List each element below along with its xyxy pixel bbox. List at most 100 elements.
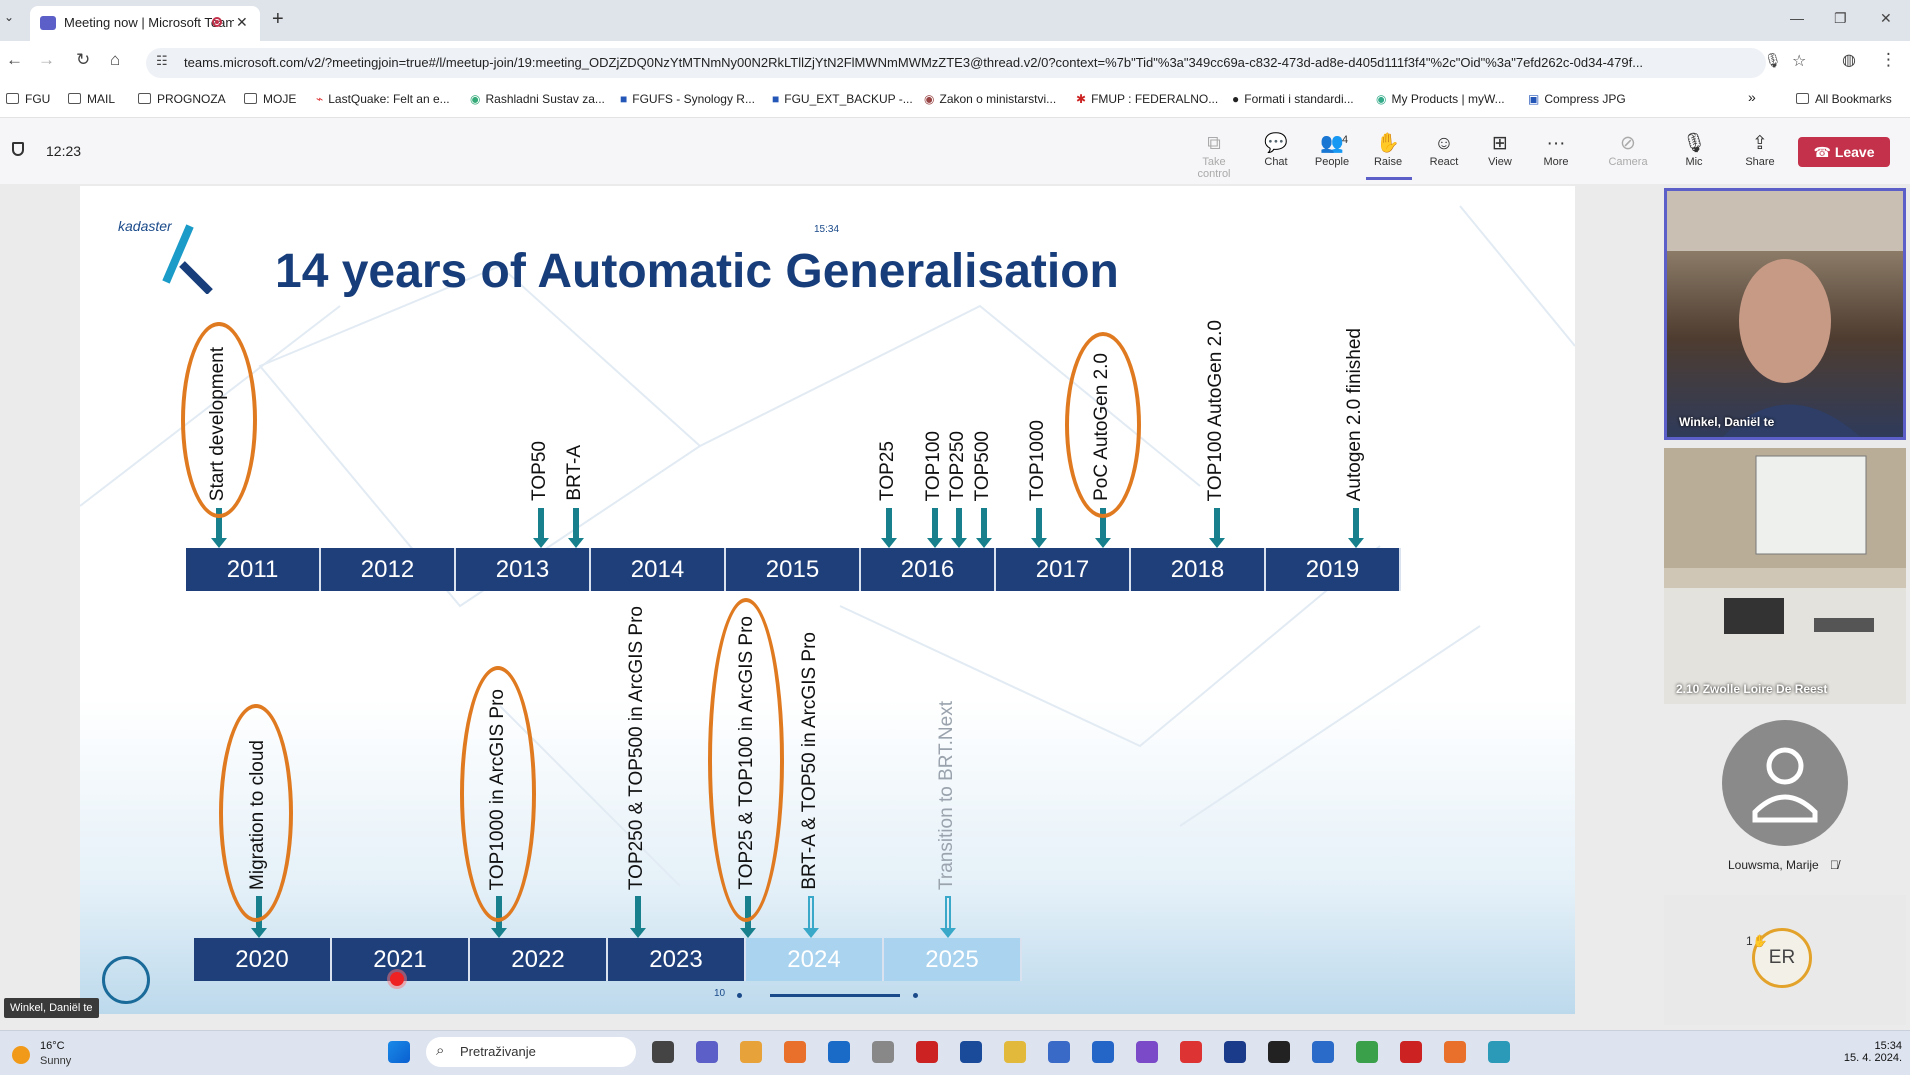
viber-icon[interactable] [1136,1041,1158,1063]
close-tab-icon[interactable]: ✕ [236,14,248,31]
toolbar-button-chat[interactable]: 💬 Chat [1248,132,1304,168]
qgis-icon[interactable] [1356,1041,1378,1063]
anydesk-icon[interactable] [1180,1041,1202,1063]
toolbar-button-people[interactable]: 👥 4 People [1304,132,1360,168]
folder-icon [138,93,151,104]
bookmark-folder[interactable]: FGU [6,92,50,106]
participant-video-tile[interactable]: 2.10 Zwolle Loire De Reest [1664,448,1906,704]
back-icon[interactable]: ← [6,50,23,70]
filezilla-icon[interactable] [1400,1041,1422,1063]
calendar-icon[interactable] [960,1041,982,1063]
windows-taskbar [0,1030,1910,1075]
milestone-label: TOP250 [947,430,968,501]
all-bookmarks[interactable]: All Bookmarks [1796,92,1892,106]
bookmark-link[interactable]: ▣ Compress JPG [1528,92,1626,106]
browser-tab[interactable]: Meeting now | Microsoft Teams ✕ [30,6,260,41]
milestone-label: BRT-A & TOP50 in ArcGIS Pro [799,632,820,890]
milestone-label: TOP500 [972,430,993,501]
bookmark-link[interactable]: ◉ My Products | myW... [1376,92,1505,106]
taskbar-search[interactable]: ⌕ Pretraživanje [426,1037,636,1067]
browser-menu-icon[interactable]: ⋮ [1880,50,1897,70]
more-bookmarks-icon[interactable]: » [1748,89,1756,105]
voice-search-icon[interactable]: 🎙 [1764,52,1782,69]
highlight-oval [708,598,784,922]
windows-start-icon[interactable] [388,1041,410,1063]
tab-search-chevron-icon[interactable]: ⌄ [4,10,14,24]
toolbar-button-view[interactable]: ⊞ View [1472,132,1528,168]
bookmark-link[interactable]: ◉ Rashladni Sustav za... [470,92,605,106]
browser-tab-bar: ⌄ Meeting now | Microsoft Teams ✕ + — ❐ … [0,0,1910,41]
toolbar-button-camera[interactable]: ⊘ Camera [1600,132,1656,168]
folder-icon[interactable] [1004,1041,1026,1063]
weather-condition: Sunny [40,1055,72,1067]
url-text[interactable]: teams.microsoft.com/v2/?meetingjoin=true… [184,55,1754,70]
toolbar-button-raise[interactable]: ✋ Raise [1360,132,1416,168]
teams-icon[interactable] [696,1041,718,1063]
minimize-icon[interactable]: — [1790,10,1804,26]
toolbar-button-more[interactable]: ··· More [1528,132,1584,168]
milestone-label: TOP100 AutoGen 2.0 [1205,319,1226,501]
bookmark-link[interactable]: ⌁ LastQuake: Felt an e... [316,92,450,106]
people-count: 4 [1342,134,1349,146]
presenter-name-chip: Winkel, Daniël te [4,998,99,1018]
file-explorer-icon[interactable] [652,1041,674,1063]
forward-icon[interactable]: → [38,50,55,70]
year-cell: 2016 [861,548,996,591]
taskbar-clock[interactable]: 15:34 15. 4. 2024. [1840,1040,1902,1064]
toolbar-button-label: View [1488,156,1512,168]
highlight-oval [1065,332,1141,518]
progress-dot [737,993,742,998]
snipping-tool-icon[interactable] [1488,1041,1510,1063]
bookmark-folder[interactable]: PROGNOZA [138,92,226,106]
profile-avatar-icon[interactable]: ◍ [1842,50,1856,70]
new-tab-button[interactable]: + [272,8,284,31]
bookmark-star-icon[interactable]: ☆ [1792,51,1806,71]
year-cell: 2011 [186,548,321,591]
reload-icon[interactable]: ↻ [76,50,90,70]
toolbar-button-share[interactable]: ⇪ Share [1732,132,1788,168]
search-icon: ⌕ [436,1042,445,1059]
mic-muted-icon: 🎙̸ [1830,858,1840,872]
timeline-arrow [927,508,943,548]
bookmark-link[interactable]: ■ FGUFS - Synology R... [620,92,755,106]
font-app-icon[interactable] [828,1041,850,1063]
teamviewer-icon[interactable] [1268,1041,1290,1063]
highlight-oval [219,704,293,922]
firefox-icon[interactable] [784,1041,806,1063]
network-app-icon[interactable] [1312,1041,1334,1063]
bookmark-link[interactable]: ■ FGU_EXT_BACKUP -... [772,92,913,106]
year-cell: 2018 [1131,548,1266,591]
participant-name: 2.10 Zwolle Loire De Reest [1676,682,1828,696]
bookmark-link[interactable]: ● Formati i standardi... [1232,92,1354,106]
raise-active-indicator [1366,177,1412,180]
restore-icon[interactable]: ❐ [1834,10,1847,27]
leave-button[interactable]: ☎ Leave [1798,137,1890,167]
slide-time-mark: 15:34 [814,224,840,235]
home-icon[interactable]: ⌂ [110,50,120,70]
toolbar-button-react[interactable]: ☺ React [1416,132,1472,168]
toolbar-button-take-control[interactable]: ⧉ Take control [1186,132,1242,180]
year-cell: 2020 [194,938,332,981]
outlook-icon[interactable] [1092,1041,1114,1063]
site-info-icon[interactable]: ☷ [156,53,168,69]
app-icon[interactable] [1048,1041,1070,1063]
bookmark-link[interactable]: ◉ Zakon o ministarstvi... [924,92,1056,106]
bookmark-link[interactable]: ✱ FMUP : FEDERALNO... [1076,92,1218,106]
acrobat-icon[interactable] [916,1041,938,1063]
participant-video-tile[interactable]: Winkel, Daniël te [1664,188,1906,440]
chrome-icon[interactable] [740,1041,762,1063]
slide-background-lines [80,205,1575,887]
year-cell: 2014 [591,548,726,591]
toolbar-button-label: Raise [1373,156,1403,168]
bookmark-folder[interactable]: MAIL [68,92,115,106]
quake-icon: ⌁ [316,92,324,106]
flag-app-icon[interactable] [1224,1041,1246,1063]
milestone-label: TOP25 [877,441,898,501]
document-icon[interactable] [872,1041,894,1063]
slide-nav-circle[interactable] [102,956,150,1004]
bookmark-folder[interactable]: MOJE [244,92,296,106]
participant-avatar[interactable] [1722,720,1848,846]
app-icon[interactable] [1444,1041,1466,1063]
close-window-icon[interactable]: ✕ [1880,10,1892,27]
toolbar-button-mic[interactable]: 🎙 Mic [1666,132,1722,168]
